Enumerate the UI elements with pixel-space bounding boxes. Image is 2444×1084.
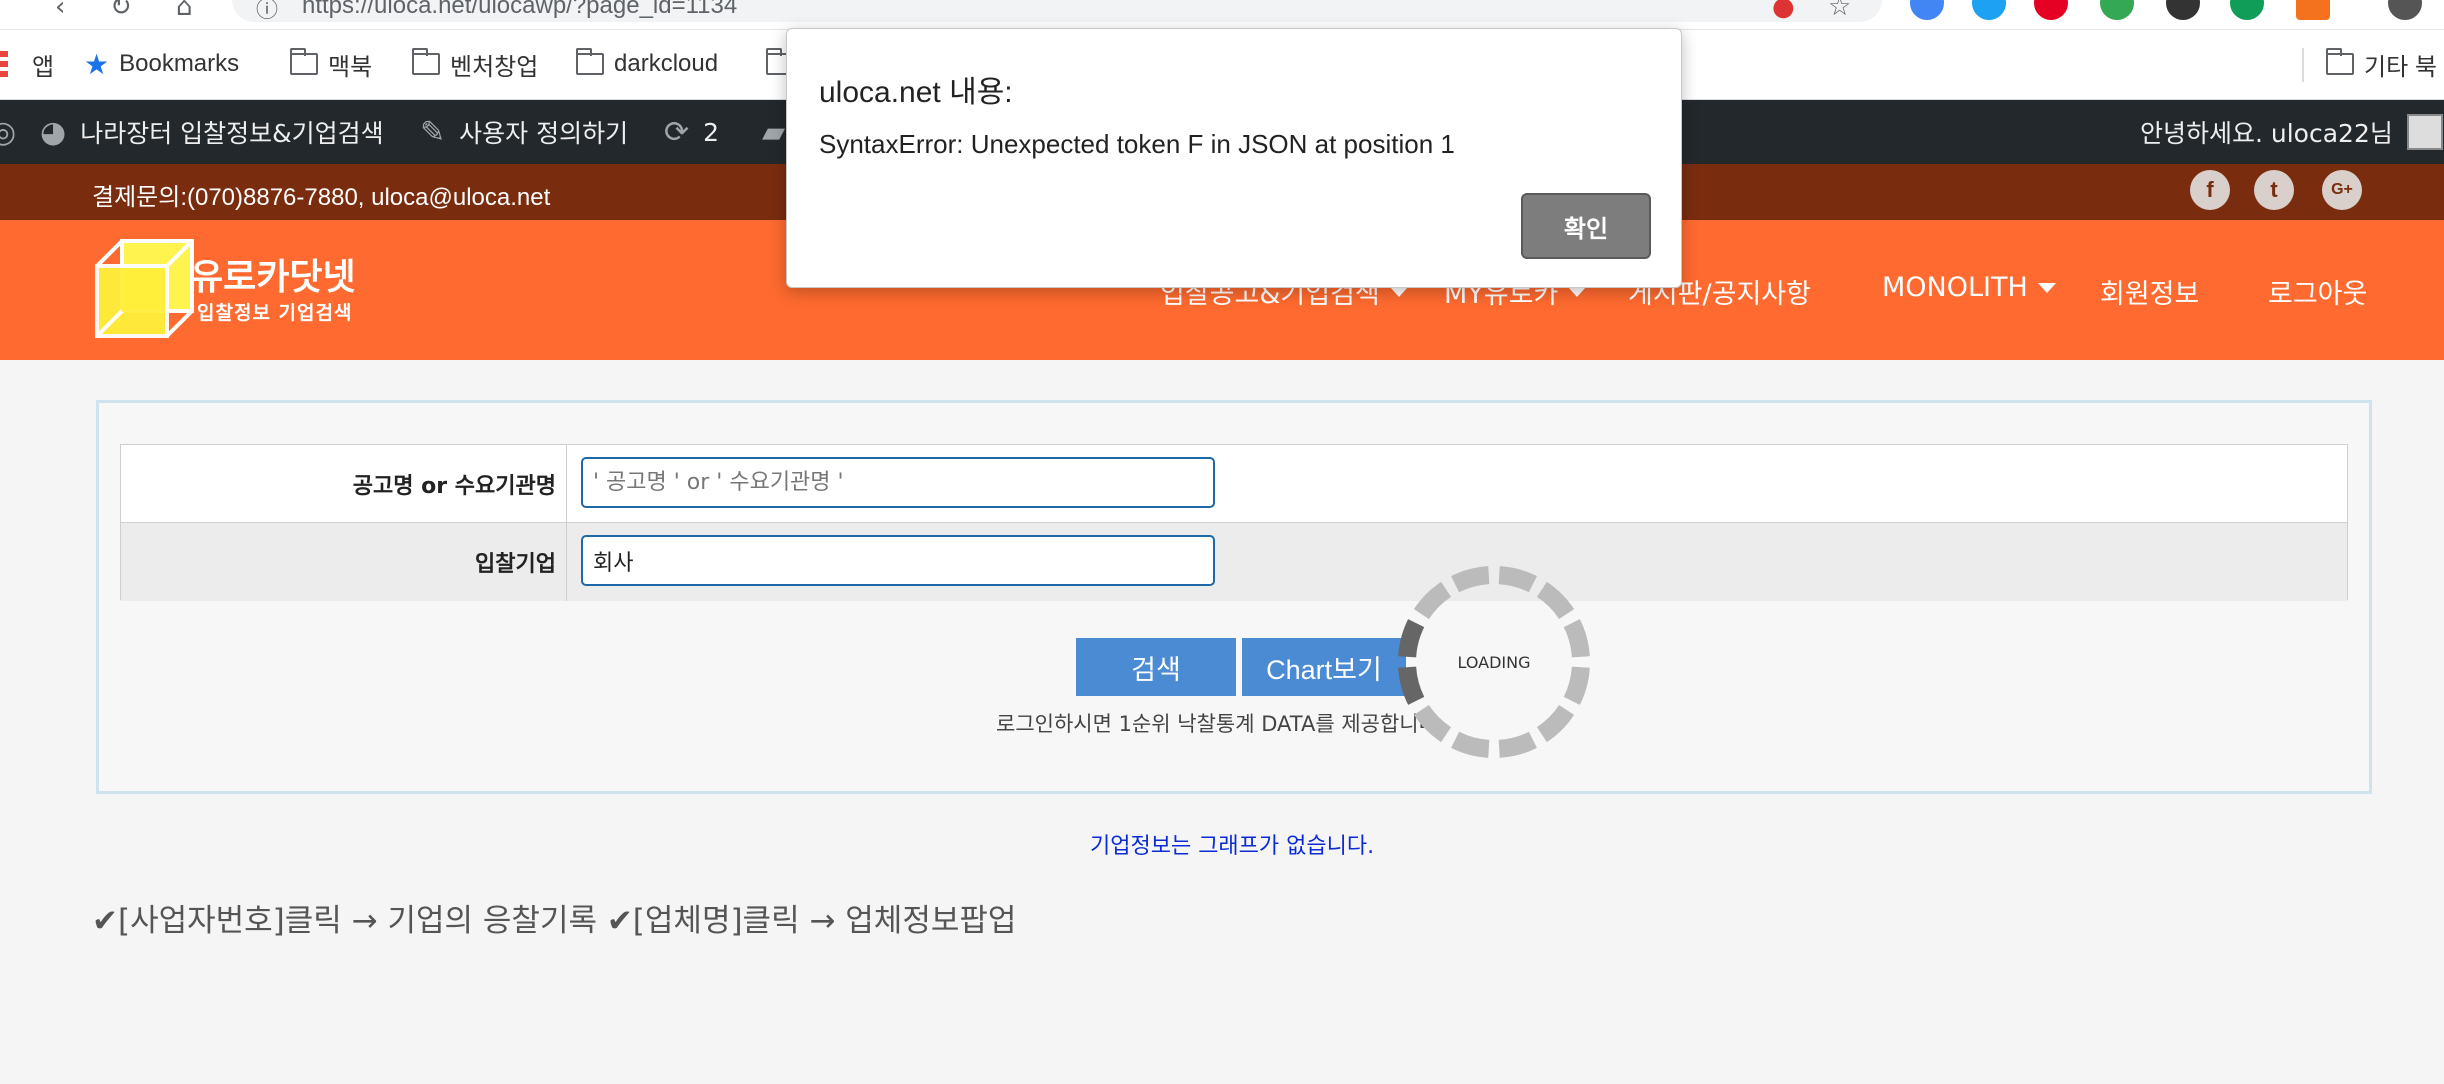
bidder-company-label: 입찰기업 — [121, 523, 567, 601]
spinner-segment — [1451, 731, 1490, 758]
extension-evernote-icon[interactable] — [2100, 0, 2134, 20]
bookmark-macbook[interactable]: 맥북 — [289, 46, 372, 82]
back-icon[interactable]: ‹ — [55, 0, 65, 22]
cube-logo-icon[interactable] — [92, 236, 197, 341]
facebook-icon[interactable]: f — [2190, 170, 2230, 210]
logo-subtitle: 입찰정보 기업검색 — [197, 302, 353, 324]
site-info-icon[interactable]: ⓘ — [256, 0, 278, 24]
spinner-segment — [1413, 704, 1452, 743]
extension-d-icon[interactable] — [2166, 0, 2200, 20]
dialog-title: uloca.net 내용: — [819, 76, 1013, 109]
folder-icon — [289, 48, 318, 75]
nav-logout[interactable]: 로그아웃 — [2268, 272, 2367, 311]
search-row-title: 공고명 or 수요기관명 — [121, 445, 2347, 523]
reload-icon[interactable]: ↻ — [110, 0, 132, 22]
nav-member-info[interactable]: 회원정보 — [2100, 272, 2199, 311]
search-table: 공고명 or 수요기관명 입찰기업 — [120, 444, 2348, 601]
url-text[interactable]: https://uloca.net/ulocawp/?page_id=1134 — [302, 0, 737, 20]
folder-icon — [411, 48, 440, 75]
extension-green-icon[interactable] — [2230, 0, 2264, 20]
bookmark-bookmarks[interactable]: ★ Bookmarks — [84, 46, 239, 82]
google-plus-icon[interactable]: G+ — [2322, 170, 2362, 210]
usage-tip: ✔[사업자번호]클릭 → 기업의 응찰기록 ✔[업체명]클릭 → 업체정보팝업 — [92, 903, 1017, 939]
admin-account[interactable]: 안녕하세요. uloca22님 — [2140, 100, 2443, 164]
bookmark-darkcloud[interactable]: darkcloud — [575, 46, 718, 82]
folder-icon — [575, 48, 604, 75]
browser-toolbar: ‹ ↻ ⌂ ⓘ https://uloca.net/ulocawp/?page_… — [0, 0, 2444, 30]
spinner-segment — [1413, 581, 1452, 620]
brush-icon: ✎ — [420, 114, 446, 150]
admin-comments[interactable]: ▰ — [762, 100, 785, 164]
spinner-segment — [1536, 704, 1575, 743]
title-agency-label: 공고명 or 수요기관명 — [121, 445, 567, 522]
wp-logo[interactable]: ◎ — [0, 100, 16, 164]
chart-view-button[interactable]: Chart보기 — [1242, 638, 1406, 696]
loading-text: LOADING — [1457, 653, 1530, 672]
blocked-icon[interactable]: ● — [1772, 0, 1795, 22]
extension-orange-icon[interactable] — [2296, 0, 2330, 20]
dialog-ok-button[interactable]: 확인 — [1521, 193, 1651, 259]
contact-text: 결제문의:(070)8876-7880, uloca@uloca.net — [92, 184, 551, 211]
admin-customize[interactable]: ✎ 사용자 정의하기 — [420, 100, 628, 164]
extension-bird-icon[interactable] — [1972, 0, 2006, 20]
title-agency-input[interactable] — [581, 457, 1215, 508]
spinner-segment — [1398, 619, 1425, 658]
dashboard-icon: ◕ — [40, 114, 67, 150]
loading-spinner-icon: LOADING — [1398, 566, 1590, 758]
bookmark-other[interactable]: 기타 북 — [2325, 46, 2437, 82]
extension-google-icon[interactable] — [1910, 0, 1944, 20]
admin-updates[interactable]: ⟳ 2 — [664, 100, 719, 164]
spinner-segment — [1498, 731, 1537, 758]
spinner-segment — [1398, 666, 1425, 705]
dialog-message: SyntaxError: Unexpected token F in JSON … — [819, 129, 1455, 159]
chevron-down-icon — [2037, 282, 2056, 293]
spinner-segment — [1563, 619, 1590, 658]
spinner-segment — [1536, 581, 1575, 620]
home-icon[interactable]: ⌂ — [176, 0, 193, 22]
graph-note: 기업정보는 그래프가 없습니다. — [1090, 834, 1375, 859]
search-button[interactable]: 검색 — [1076, 638, 1236, 696]
user-avatar — [2406, 114, 2443, 150]
bookmark-apps[interactable]: 앱 — [0, 46, 54, 82]
bookmark-venture[interactable]: 벤처창업 — [411, 46, 538, 82]
chevron-down-icon — [1389, 286, 1408, 297]
folder-icon — [2325, 48, 2354, 75]
chevron-down-icon — [1568, 286, 1587, 297]
alert-dialog: uloca.net 내용: SyntaxError: Unexpected to… — [786, 28, 1682, 288]
updates-icon: ⟳ — [664, 114, 690, 150]
bidder-company-input[interactable] — [581, 535, 1215, 586]
spinner-segment — [1563, 666, 1590, 705]
spinner-segment — [1451, 566, 1490, 593]
comment-icon: ▰ — [762, 114, 786, 150]
login-info-text: 로그인하시면 1순위 낙찰통계 DATA를 제공합니다. — [996, 712, 1445, 736]
nav-monolith[interactable]: MONOLITH — [1882, 272, 2056, 303]
wordpress-icon: ◎ — [0, 114, 17, 150]
logo-title[interactable]: 유로카닷넷 — [190, 248, 356, 300]
extension-pinterest-icon[interactable] — [2034, 0, 2068, 20]
bookmarks-divider — [2302, 48, 2304, 82]
search-row-company: 입찰기업 — [121, 523, 2347, 601]
apps-grid-icon — [0, 51, 8, 77]
admin-site-name[interactable]: ◕ 나라장터 입찰정보&기업검색 — [40, 100, 384, 164]
twitter-icon[interactable]: t — [2254, 170, 2294, 210]
profile-avatar[interactable] — [2388, 0, 2422, 20]
star-icon: ★ — [84, 48, 110, 80]
spinner-segment — [1498, 566, 1537, 593]
star-icon[interactable]: ☆ — [1828, 0, 1851, 22]
